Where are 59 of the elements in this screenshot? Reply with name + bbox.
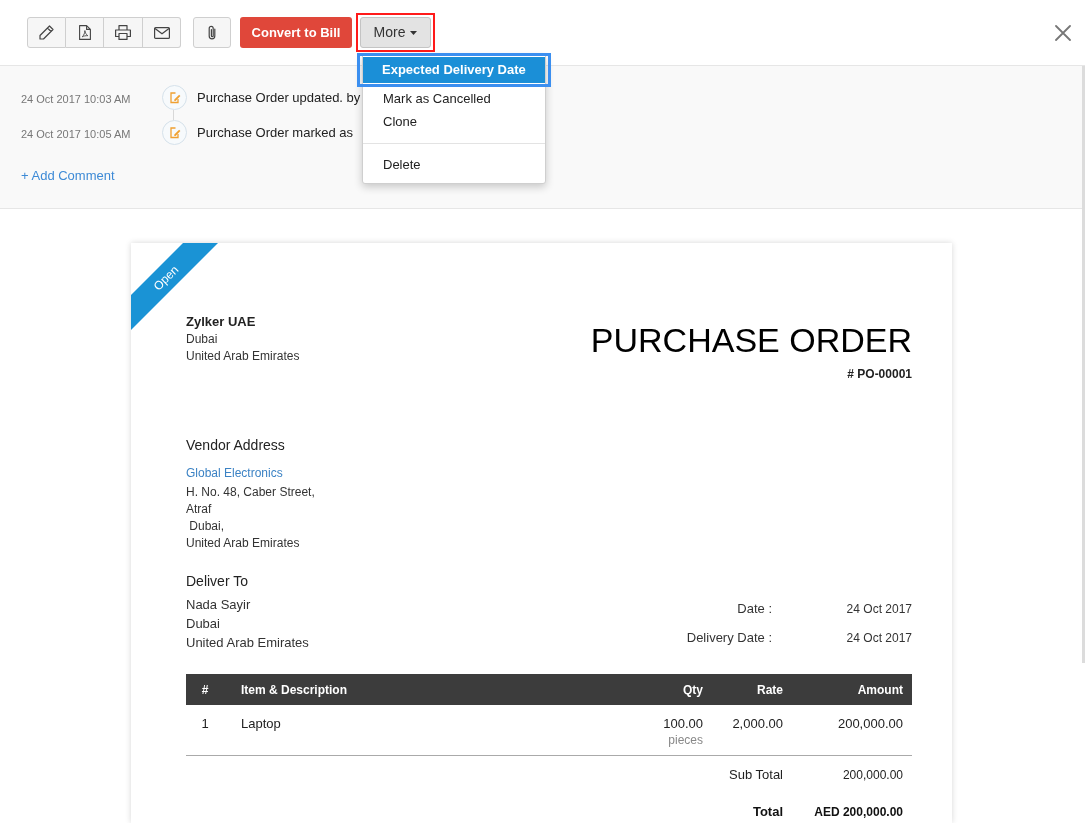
document-icon (78, 25, 91, 40)
note-edit-icon (162, 85, 187, 110)
table-cell: 100.00 (663, 715, 703, 732)
caret-icon (410, 30, 418, 35)
add-comment-link[interactable]: + Add Comment (21, 167, 115, 185)
timestamp: 24 Oct 2017 10:03 AM (21, 92, 131, 105)
printer-icon (115, 25, 131, 40)
activity-text: Purchase Order updated. by (197, 88, 361, 107)
total-label: Sub Total (729, 767, 783, 782)
detail-label: Date : (737, 600, 772, 618)
attach-button[interactable] (193, 17, 231, 48)
note-edit-icon (162, 120, 187, 145)
activity-text: Purchase Order marked as (197, 123, 354, 142)
close-icon[interactable] (1055, 24, 1071, 41)
address-line: United Arab Emirates (186, 535, 300, 552)
envelope-icon (153, 26, 170, 39)
pdf-button[interactable] (66, 17, 104, 48)
total-value: AED 200,000.00 (814, 805, 903, 819)
menu-item[interactable]: Clone (363, 110, 545, 133)
timestamp: 24 Oct 2017 10:05 AM (21, 127, 131, 140)
address-line: United Arab Emirates (186, 634, 309, 652)
edit-button[interactable] (27, 17, 66, 48)
vendor-name-link[interactable]: Global Electronics (186, 465, 283, 482)
detail-value: 24 Oct 2017 (846, 630, 912, 647)
scrollbar-thumb[interactable] (1082, 66, 1085, 663)
menu-item[interactable]: Expected Delivery Date (363, 57, 545, 83)
table-cell: 200,000.00 (837, 715, 903, 732)
address-line: Dubai, (188, 518, 225, 535)
detail-label: Delivery Date : (686, 629, 772, 647)
section-heading: Deliver To (186, 572, 248, 591)
total-label: Total (752, 804, 783, 819)
address-line: H. No. 48, Caber Street, (186, 484, 315, 501)
column-header: Item & Description (241, 681, 348, 699)
print-button[interactable] (104, 17, 143, 48)
column-header: Amount (857, 681, 903, 699)
address-line: Atraf (186, 501, 212, 518)
email-button[interactable] (143, 17, 181, 48)
section-heading: Vendor Address (186, 436, 285, 455)
column-header: Rate (757, 681, 783, 699)
detail-value: 24 Oct 2017 (846, 601, 912, 618)
address-line: Dubai (186, 331, 218, 348)
pencil-icon (39, 25, 54, 40)
table-cell: Laptop (241, 715, 281, 732)
document-title: PURCHASE ORDER (590, 321, 912, 359)
table-cell: 1 (201, 715, 209, 732)
order-number: # PO-00001 (847, 366, 912, 383)
unit-label: pieces (668, 732, 703, 749)
total-value: 200,000.00 (842, 768, 903, 782)
convert-to-bill-button[interactable]: Convert to Bill (240, 17, 352, 48)
address-line: United Arab Emirates (186, 348, 300, 365)
more-button[interactable]: More (360, 17, 431, 48)
column-header: Qty (683, 681, 703, 699)
address-line: Dubai (186, 615, 220, 633)
address-line: Nada Sayir (186, 596, 251, 614)
menu-item[interactable]: Mark as Cancelled (363, 87, 545, 110)
column-header: # (201, 681, 209, 699)
paperclip-icon (208, 25, 216, 40)
menu-item[interactable]: Delete (363, 153, 545, 176)
table-cell: 2,000.00 (732, 715, 783, 732)
